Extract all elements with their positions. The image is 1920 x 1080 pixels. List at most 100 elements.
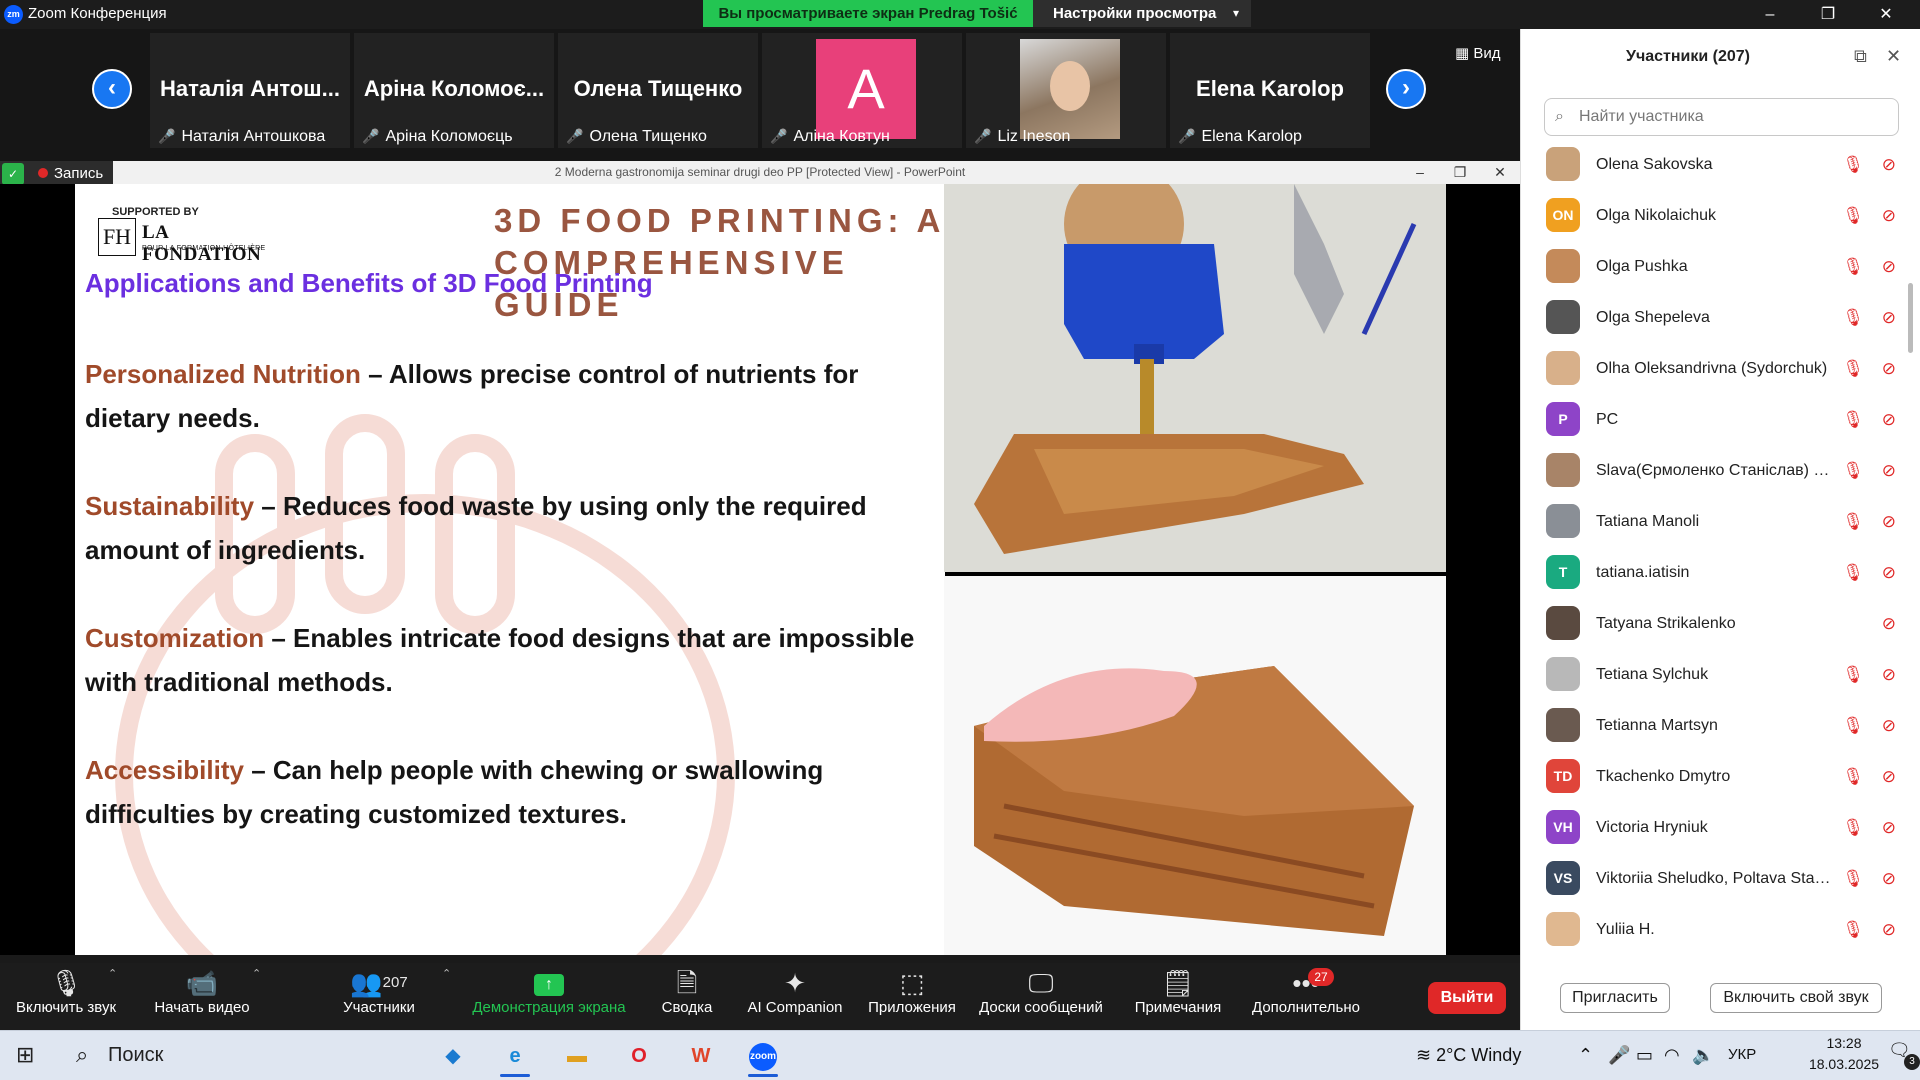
participant-row[interactable]: Tatyana Strikalenko ⊘ — [1546, 598, 1896, 649]
video-off-icon[interactable]: ⊘ — [1882, 853, 1896, 904]
video-off-icon[interactable]: ⊘ — [1882, 751, 1896, 802]
participant-row[interactable]: Ttatiana.iatisin 🎙 ⊘ — [1546, 547, 1896, 598]
participant-row[interactable]: VH Victoria Hryniuk 🎙 ⊘ — [1546, 802, 1896, 853]
edge-icon[interactable]: e — [492, 1037, 538, 1077]
participant-row[interactable]: TD Tkachenko Dmytro 🎙 ⊘ — [1546, 751, 1896, 802]
notes-button[interactable]: 🗒 Примечания — [1126, 963, 1230, 1030]
avatar — [1546, 249, 1580, 283]
participant-row[interactable]: Yuliia H. 🎙 ⊘ — [1546, 904, 1896, 955]
file-explorer-icon[interactable]: ▬ — [554, 1037, 600, 1075]
video-off-icon[interactable]: ⊘ — [1882, 700, 1896, 751]
windows-start-icon[interactable]: ⊞ — [16, 1042, 34, 1068]
apps-icon: ⬚ — [899, 968, 925, 998]
video-off-icon[interactable]: ⊘ — [1882, 241, 1896, 292]
participant-row[interactable]: ON Olga Nikolaichuk 🎙 ⊘ — [1546, 190, 1896, 241]
popout-icon[interactable]: ⧉ — [1854, 46, 1867, 67]
video-off-icon[interactable]: ⊘ — [1882, 802, 1896, 853]
mic-muted-icon[interactable]: 🎙 — [1842, 241, 1864, 292]
mic-muted-icon[interactable]: 🎙 — [1842, 904, 1864, 955]
video-off-icon[interactable]: ⊘ — [1882, 292, 1896, 343]
shield-icon: ✓ — [2, 163, 24, 185]
mic-muted-icon[interactable]: 🎙 — [1842, 445, 1864, 496]
participant-row[interactable]: P PC 🎙 ⊘ — [1546, 394, 1896, 445]
copilot-icon[interactable]: ◆ — [430, 1037, 476, 1075]
participant-row[interactable]: Olga Pushka 🎙 ⊘ — [1546, 241, 1896, 292]
video-off-icon[interactable]: ⊘ — [1882, 496, 1896, 547]
video-tile[interactable]: A 🎤 Аліна Ковтун — [762, 33, 962, 148]
summary-button[interactable]: 🗎 Сводка — [652, 963, 722, 1030]
system-clock[interactable]: 13:28 18.03.2025 — [1806, 1033, 1882, 1075]
mic-muted-icon[interactable]: 🎙 — [1842, 139, 1864, 190]
unmute-me-button[interactable]: Включить свой звук — [1710, 983, 1882, 1013]
mic-muted-icon[interactable]: 🎙 — [1842, 700, 1864, 751]
restore-button[interactable]: ❐ — [1800, 0, 1856, 29]
mic-tray-icon[interactable]: 🎤 — [1608, 1030, 1630, 1080]
view-button[interactable]: ▦ Вид — [1455, 44, 1500, 62]
ai-companion-button[interactable]: ✦ AI Companion — [740, 963, 850, 1030]
taskbar-search[interactable]: ⌕ Поиск — [64, 1036, 424, 1074]
video-tile[interactable]: 🎤 Liz Ineson — [966, 33, 1166, 148]
video-off-icon[interactable]: ⊘ — [1882, 649, 1896, 700]
invite-button[interactable]: Пригласить — [1560, 983, 1670, 1013]
mic-muted-icon[interactable]: 🎙 — [1842, 751, 1864, 802]
apps-button[interactable]: ⬚ Приложения — [862, 963, 962, 1030]
participant-row[interactable]: Slava(Єрмоленко Станіслав) 18... 🎙 ⊘ — [1546, 445, 1896, 496]
opera-icon[interactable]: O — [616, 1037, 662, 1075]
mic-muted-icon[interactable]: 🎙 — [1842, 394, 1864, 445]
video-tile[interactable]: Олена Тищенко 🎤 Олена Тищенко — [558, 33, 758, 148]
unmute-button[interactable]: 🎙 Включить звук ⌃ — [8, 963, 124, 1030]
participant-name: Yuliia H. — [1596, 921, 1655, 938]
video-off-icon[interactable]: ⊘ — [1882, 190, 1896, 241]
whiteboards-button[interactable]: 🖵 Доски сообщений — [974, 963, 1108, 1030]
share-screen-button[interactable]: ↑ Демонстрация экрана — [468, 963, 630, 1030]
video-tile[interactable]: Аріна Коломоє... 🎤 Аріна Коломоєць — [354, 33, 554, 148]
mic-muted-icon[interactable]: 🎙 — [1842, 853, 1864, 904]
zoom-taskbar-icon[interactable]: zoom — [740, 1037, 786, 1077]
gallery-prev-button[interactable]: ‹ — [92, 69, 132, 109]
video-off-icon[interactable]: ⊘ — [1882, 445, 1896, 496]
video-off-icon[interactable]: ⊘ — [1882, 598, 1896, 649]
wifi-icon[interactable]: ◠ — [1664, 1030, 1680, 1080]
close-window-button[interactable]: ✕ — [1858, 0, 1914, 29]
participant-row[interactable]: Olha Oleksandrivna (Sydorchuk) 🎙 ⊘ — [1546, 343, 1896, 394]
sparkle-icon: ✦ — [784, 968, 806, 998]
video-off-icon[interactable]: ⊘ — [1882, 394, 1896, 445]
participant-row[interactable]: Tetianna Martsyn 🎙 ⊘ — [1546, 700, 1896, 751]
volume-icon[interactable]: 🔈 — [1692, 1030, 1714, 1080]
close-panel-icon[interactable]: ✕ — [1886, 46, 1901, 67]
participant-row[interactable]: Tetiana Sylchuk 🎙 ⊘ — [1546, 649, 1896, 700]
recording-dot-icon — [38, 168, 48, 178]
video-off-icon[interactable]: ⊘ — [1882, 139, 1896, 190]
mic-muted-icon[interactable]: 🎙 — [1842, 343, 1864, 394]
gallery-next-button[interactable]: › — [1386, 69, 1426, 109]
more-button[interactable]: ••• Дополнительно — [1246, 963, 1366, 1030]
video-tile[interactable]: Elena Karolop 🎤 Elena Karolop — [1170, 33, 1370, 148]
tray-chevron-icon[interactable]: ⌃ — [1578, 1030, 1593, 1080]
mic-muted-icon[interactable]: 🎙 — [1842, 802, 1864, 853]
mic-muted-icon[interactable]: 🎙 — [1842, 190, 1864, 241]
participant-row[interactable]: VS Viktoriia Sheludko, Poltava State ... 🎙… — [1546, 853, 1896, 904]
battery-icon[interactable]: ▭ — [1636, 1030, 1653, 1080]
video-off-icon[interactable]: ⊘ — [1882, 547, 1896, 598]
participants-button[interactable]: 👥207 Участники ⌃ — [324, 963, 451, 1030]
video-tile[interactable]: Наталія Антош... 🎤 Наталія Антошкова — [150, 33, 350, 148]
leave-button[interactable]: Выйти — [1428, 982, 1506, 1014]
participant-row[interactable]: Olena Sakovska 🎙 ⊘ — [1546, 139, 1896, 190]
mic-muted-icon[interactable]: 🎙 — [1842, 649, 1864, 700]
mic-muted-icon[interactable]: 🎙 — [1842, 496, 1864, 547]
participant-row[interactable]: Tatiana Manoli 🎙 ⊘ — [1546, 496, 1896, 547]
notifications-icon[interactable]: 🗨 3 — [1888, 1040, 1920, 1070]
mic-muted-icon[interactable]: 🎙 — [1842, 547, 1864, 598]
video-off-icon[interactable]: ⊘ — [1882, 343, 1896, 394]
panel-scrollbar[interactable] — [1908, 283, 1913, 353]
view-options-button[interactable]: Настройки просмотра ▾ — [1033, 0, 1251, 27]
participant-search-input[interactable]: ⌕ Найти участника — [1544, 98, 1899, 136]
start-video-button[interactable]: 📹 Начать видео ⌃ — [140, 963, 264, 1030]
video-off-icon[interactable]: ⊘ — [1882, 904, 1896, 955]
minimize-button[interactable]: – — [1742, 0, 1798, 29]
language-indicator[interactable]: УКР — [1728, 1030, 1756, 1080]
wps-icon[interactable]: W — [678, 1037, 724, 1075]
weather-widget[interactable]: ≋ 2°C Windy — [1416, 1030, 1521, 1080]
participant-row[interactable]: Olga Shepeleva 🎙 ⊘ — [1546, 292, 1896, 343]
mic-muted-icon[interactable]: 🎙 — [1842, 292, 1864, 343]
